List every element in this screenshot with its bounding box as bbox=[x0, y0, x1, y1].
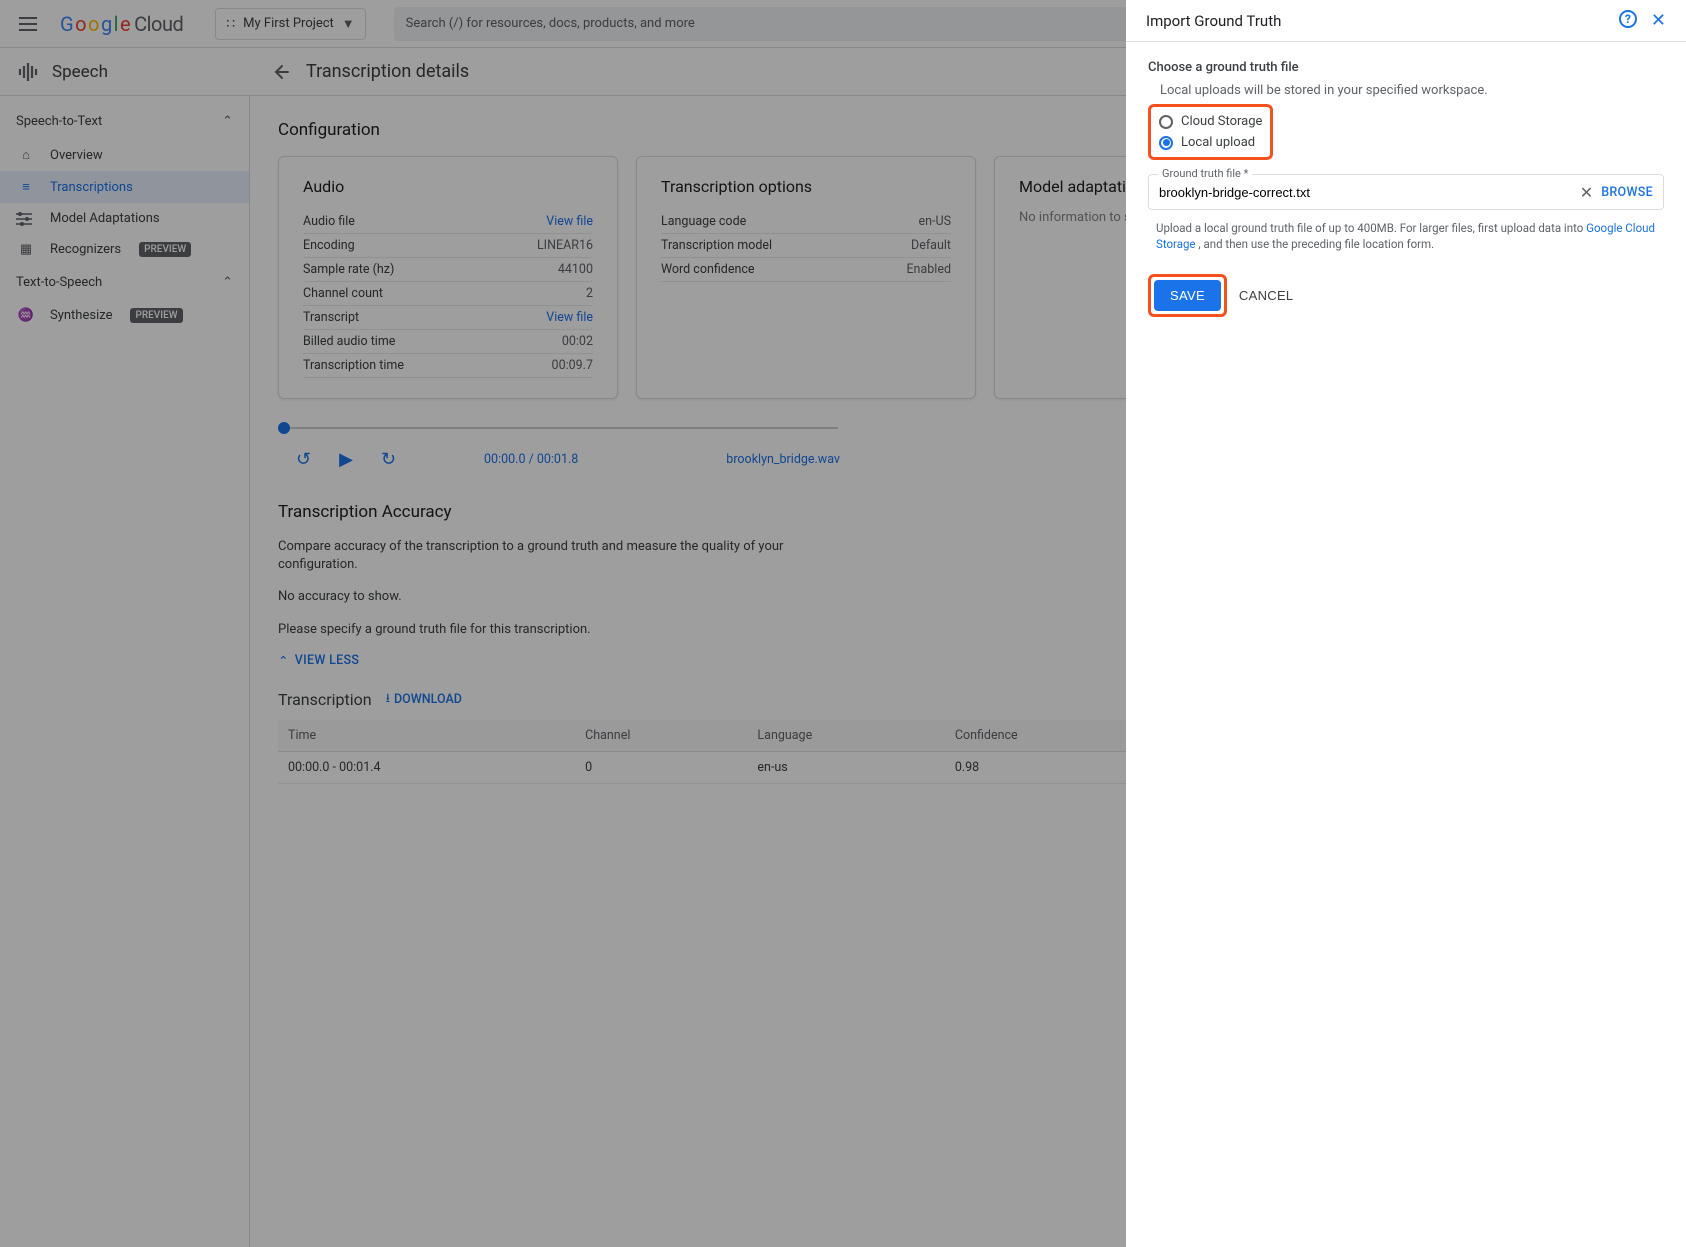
radio-icon bbox=[1159, 115, 1173, 129]
cancel-button[interactable]: CANCEL bbox=[1239, 288, 1294, 303]
field-label: Ground truth file * bbox=[1158, 167, 1252, 180]
import-ground-truth-panel: Import Ground Truth ? ✕ Choose a ground … bbox=[1126, 0, 1686, 1247]
help-icon[interactable]: ? bbox=[1619, 10, 1637, 28]
panel-title: Import Ground Truth bbox=[1146, 12, 1281, 30]
panel-note: Local uploads will be stored in your spe… bbox=[1160, 83, 1664, 98]
save-highlight: SAVE bbox=[1148, 274, 1227, 317]
browse-button[interactable]: BROWSE bbox=[1601, 185, 1653, 200]
radio-cloud-storage[interactable]: Cloud Storage bbox=[1159, 111, 1262, 132]
ground-truth-file-input[interactable] bbox=[1159, 185, 1572, 200]
radio-local-upload[interactable]: Local upload bbox=[1159, 132, 1262, 153]
upload-type-radio-group: Cloud Storage Local upload bbox=[1148, 104, 1273, 160]
close-icon[interactable]: ✕ bbox=[1651, 10, 1666, 31]
clear-icon[interactable]: ✕ bbox=[1580, 183, 1593, 202]
panel-subtitle: Choose a ground truth file bbox=[1148, 60, 1664, 75]
helper-text: Upload a local ground truth file of up t… bbox=[1148, 216, 1664, 252]
save-button[interactable]: SAVE bbox=[1154, 280, 1221, 311]
radio-icon bbox=[1159, 136, 1173, 150]
